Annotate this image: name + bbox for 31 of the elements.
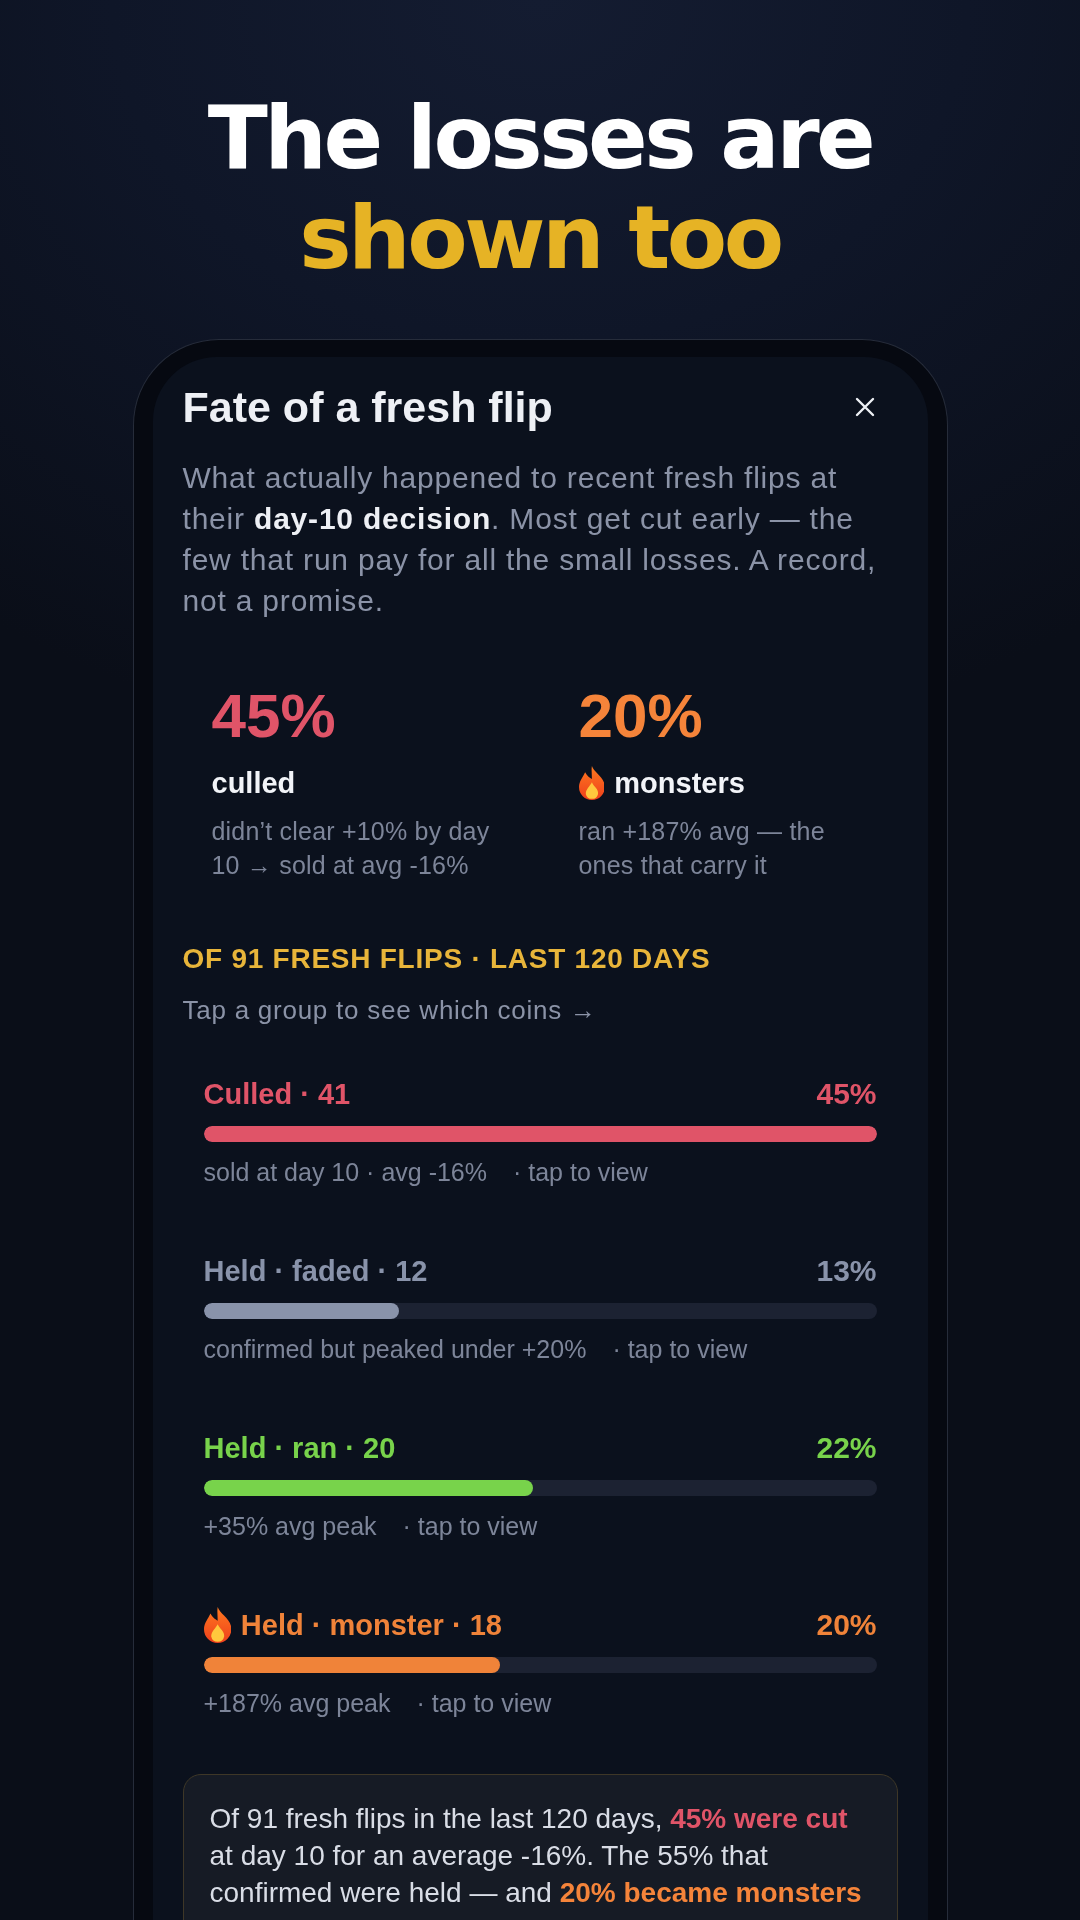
group-name: Held · monster · 18 (240, 1608, 502, 1643)
sheet-title: Fate of a fresh flip (182, 382, 553, 433)
group-name: Culled · 41 (203, 1077, 351, 1112)
stat-value: 45% (211, 683, 337, 749)
tap-to-view-link[interactable]: · tap to view (513, 1158, 648, 1187)
stat-label: culled (211, 766, 296, 801)
tap-to-view-link[interactable]: · tap to view (402, 1512, 538, 1541)
section-heading: OF 91 FRESH FLIPS · LAST 120 DAYS (182, 942, 712, 976)
group-share: 45% (816, 1076, 877, 1112)
stat-label: monsters (614, 766, 745, 801)
headline: The losses are shown too (207, 88, 873, 288)
group-share: 13% (816, 1253, 877, 1289)
stat-note: didn’t clear +10% by day 10 → sold at avg -16% (211, 816, 491, 881)
stat-note: ran +187% avg — the ones that carry it (578, 816, 826, 881)
tap-to-view-link[interactable]: · tap to view (416, 1689, 552, 1718)
summary-text: Of 91 fresh flips in the last 120 days, 45% were cut at day 10 for an average -16%. The 55% that confirmed were held — and 20% became monsters (209, 1802, 863, 1910)
tap-to-view-link[interactable]: · tap to view (612, 1335, 748, 1364)
group-detail: +187% avg peak (203, 1689, 391, 1718)
tap-hint-text: Tap a group to see which coins → (182, 994, 598, 1026)
flame-icon (578, 766, 605, 800)
group-share: 20% (816, 1607, 877, 1643)
group-detail: +35% avg peak (203, 1512, 377, 1541)
stat-value: 20% (578, 683, 704, 749)
group-name: Held · ran · 20 (203, 1431, 396, 1466)
flame-icon (203, 1607, 231, 1643)
group-share: 22% (816, 1430, 877, 1466)
description-text: What actually happened to recent fresh flips at their day-10 decision. Most get cut early — the few that run pay for all the small losses. A record, not a promise. (182, 460, 878, 619)
close-icon (854, 397, 875, 417)
group-name: Held · faded · 12 (203, 1254, 428, 1289)
group-detail: sold at day 10 · avg -16% (203, 1158, 487, 1187)
group-detail: confirmed but peaked under +20% (203, 1335, 587, 1364)
